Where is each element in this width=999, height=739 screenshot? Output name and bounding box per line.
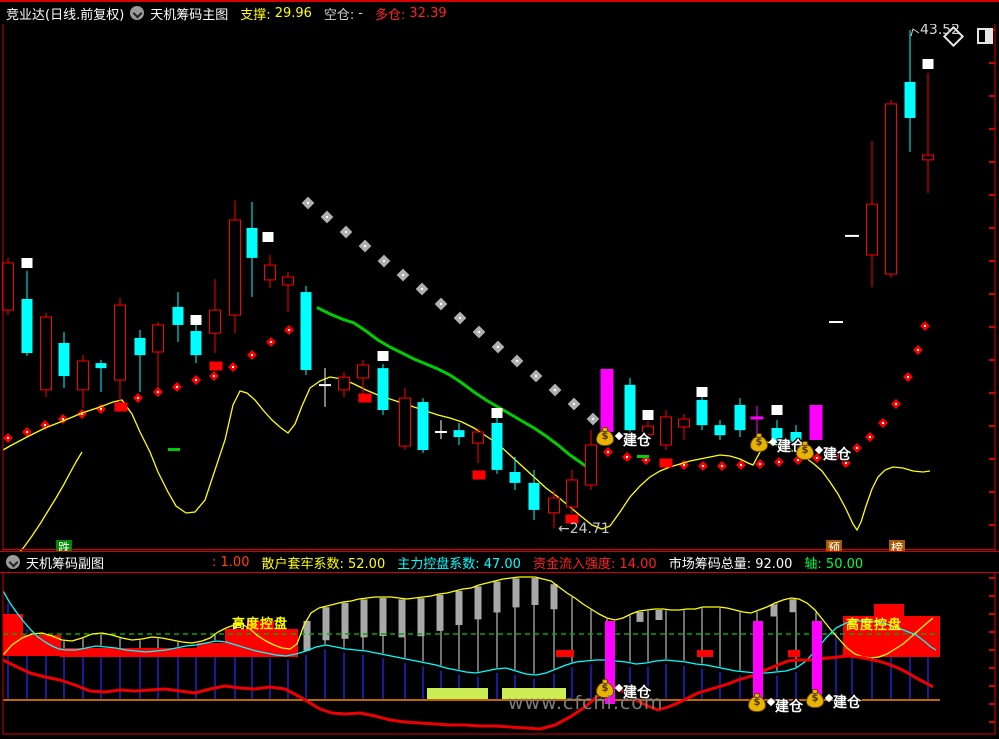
sub-warning-areas — [3, 604, 940, 657]
candle-down — [95, 363, 107, 369]
fund-inflow: 资金流入强度: 14.00 — [532, 556, 657, 572]
main-control-coef: 主力控盘系数: 47.00 — [397, 556, 521, 572]
candle-down — [714, 425, 726, 436]
candle-down — [453, 430, 465, 438]
money-bag-icon — [748, 693, 766, 712]
candle-down — [624, 384, 636, 431]
high-annotation-hook — [910, 28, 920, 37]
retail-coef: 散户套牢系数: 52.00 — [261, 556, 386, 572]
signal-jiancang: 建仓 — [806, 689, 861, 712]
candle-down — [417, 402, 429, 451]
long-label: 多仓: — [375, 7, 406, 23]
chip-dots-gray — [301, 196, 600, 426]
axis-value: 轴: 50.00 — [804, 556, 864, 572]
watermark: www.cfchi.com — [508, 692, 664, 714]
candle-down — [190, 331, 202, 356]
price-axis-ticks — [989, 29, 995, 723]
candle-down — [696, 399, 708, 426]
signal-label: 建仓 — [623, 433, 651, 449]
candle-down — [172, 306, 184, 325]
candle-up — [40, 316, 52, 391]
candle-down — [21, 298, 33, 354]
arrow-icon — [766, 697, 776, 707]
high-control-label-left: 高度控盘 — [232, 617, 289, 632]
high-control-label-right: 高度控盘 — [846, 618, 903, 633]
short-value: - — [358, 5, 363, 21]
low-price-label: ←24.71 — [558, 521, 610, 537]
candle-up — [399, 397, 411, 447]
signal-jiancang: 建仓 — [796, 441, 851, 464]
signal-label: 建仓 — [775, 699, 803, 715]
candle-down — [300, 292, 312, 370]
long-value: 32.39 — [409, 5, 447, 21]
ma-line — [316, 306, 592, 471]
sub-upper-envelope — [2, 576, 934, 659]
candle-up — [866, 203, 878, 256]
arrow-icon — [814, 445, 824, 455]
support-line-2 — [15, 451, 83, 557]
candle-up — [114, 304, 126, 381]
candle-down — [377, 368, 389, 411]
total-chips: 市场筹码总量: 92.00 — [668, 556, 793, 572]
indicator-name[interactable]: 天机筹码主图 — [150, 4, 228, 23]
red-block-markers — [114, 361, 673, 524]
candle-down — [491, 422, 503, 470]
candle-up — [660, 416, 672, 446]
candle-up — [229, 219, 241, 316]
candle-down — [509, 472, 521, 483]
money-bag-icon — [750, 433, 768, 452]
candle-up — [885, 103, 897, 275]
candle-down — [58, 342, 70, 377]
chevron-down-icon[interactable] — [130, 6, 145, 20]
candle-up — [472, 431, 484, 444]
candle-up — [264, 264, 276, 281]
candle-up — [678, 418, 690, 428]
green-dash-markers — [168, 448, 649, 458]
support-value: 29.96 — [274, 5, 312, 21]
chevron-down-icon[interactable] — [6, 555, 20, 569]
signal-jiancang: 建仓 — [748, 693, 803, 716]
money-bag-icon — [596, 427, 614, 446]
sub-indicator-name[interactable]: 天机筹码副图 — [26, 553, 104, 572]
symbol-title: 竞业达(日线.前复权) — [6, 7, 125, 23]
candle-up — [152, 324, 164, 353]
signal-label: 建仓 — [823, 447, 851, 463]
candle-down — [904, 81, 916, 118]
short-label: 空仓: — [323, 7, 355, 23]
money-bag-icon — [796, 441, 814, 460]
sub-chart-header: 天机筹码副图 : 1.00 散户套牢系数: 52.00 主力控盘系数: 47.0… — [0, 551, 999, 573]
candle-down — [246, 227, 258, 258]
candle-down — [134, 337, 146, 356]
candle-up — [548, 497, 560, 514]
arrow-icon — [614, 431, 624, 441]
arrow-icon — [824, 693, 834, 703]
high-price-label: 43.52 — [920, 22, 961, 38]
candle-up — [357, 364, 369, 379]
support-label: 支撑: — [240, 7, 271, 23]
signal-label: 建仓 — [833, 695, 861, 711]
candle-up — [77, 360, 89, 391]
candle-up — [338, 376, 350, 391]
main-chart-header: 竞业达(日线.前复权) 天机筹码主图 支撑: 29.96 空仓: - 多仓: 3… — [0, 0, 999, 24]
candle-down — [734, 404, 746, 431]
panel-icon[interactable] — [977, 28, 993, 44]
candle-up — [585, 444, 597, 486]
arrow-icon — [768, 437, 778, 447]
candle-down — [528, 482, 540, 510]
sub-gray-bars — [303, 578, 797, 651]
candle-up — [2, 262, 14, 311]
app-window: 竞业达(日线.前复权) 天机筹码主图 支撑: 29.96 空仓: - 多仓: 3… — [0, 0, 999, 739]
candle-up — [566, 479, 578, 508]
candle-up — [282, 276, 294, 286]
arrow-icon — [614, 683, 624, 693]
candle-up — [209, 309, 221, 334]
sub-v0: : 1.00 — [212, 554, 250, 570]
candle-up — [922, 154, 934, 161]
money-bag-icon — [806, 689, 824, 708]
signal-jiancang: 建仓 — [596, 427, 651, 450]
